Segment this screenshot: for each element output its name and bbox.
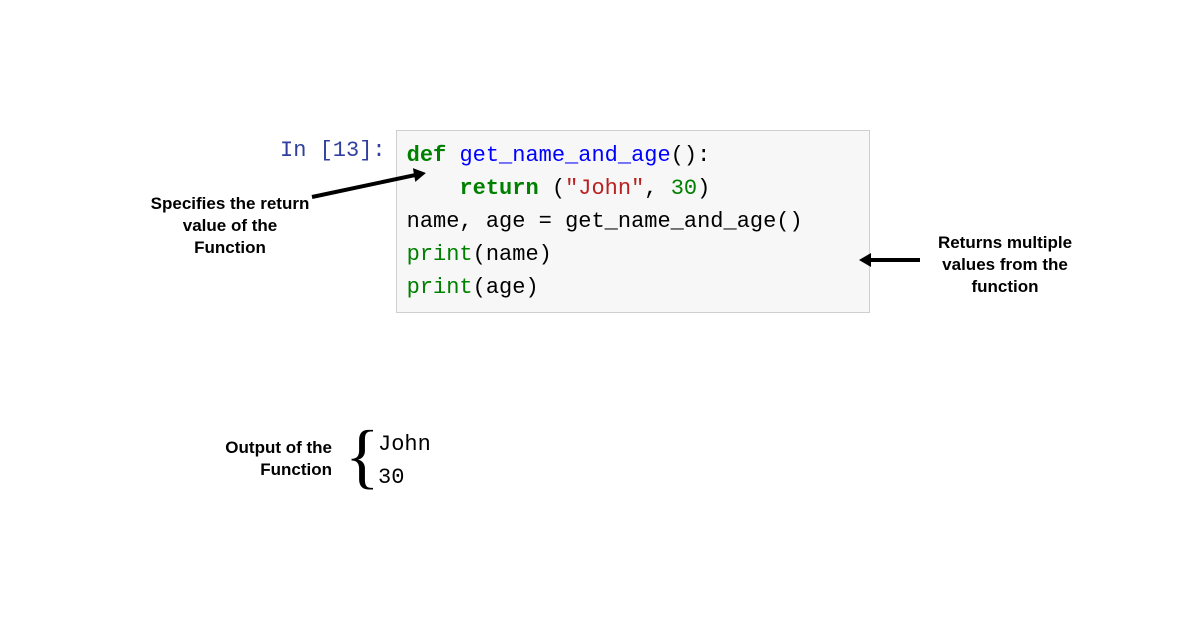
paren: (): bbox=[671, 143, 711, 168]
open-paren: ( bbox=[539, 176, 565, 201]
output-line-2: 30 bbox=[378, 461, 431, 494]
arrow-left-head-icon bbox=[413, 166, 427, 182]
output-line-1: John bbox=[378, 428, 431, 461]
annotation-multiple-values: Returns multiple values from the functio… bbox=[920, 232, 1090, 298]
code-line-6: print(age) bbox=[407, 271, 859, 304]
number-literal: 30 bbox=[671, 176, 697, 201]
comma: , bbox=[644, 176, 670, 201]
print-builtin: print bbox=[407, 275, 473, 300]
function-call-name: get_name_and_age bbox=[565, 209, 776, 234]
curly-brace-icon: { bbox=[345, 420, 380, 492]
cell-input-row: In [13]: def get_name_and_age(): return … bbox=[280, 130, 870, 313]
arrow-right-line bbox=[870, 258, 920, 262]
cell-prompt: In [13]: bbox=[280, 130, 396, 171]
keyword-return: return bbox=[459, 176, 538, 201]
annotation-return-value: Specifies the return value of the Functi… bbox=[145, 193, 315, 259]
print-builtin: print bbox=[407, 242, 473, 267]
assignment-lhs: name, age = bbox=[407, 209, 565, 234]
code-line-2: return ("John", 30) bbox=[407, 172, 859, 205]
close-paren: ) bbox=[697, 176, 710, 201]
print-args: (age) bbox=[473, 275, 539, 300]
print-args: (name) bbox=[473, 242, 552, 267]
code-cell: In [13]: def get_name_and_age(): return … bbox=[280, 130, 870, 313]
output-block: John 30 bbox=[378, 428, 431, 494]
code-line-5: print(name) bbox=[407, 238, 859, 271]
keyword-def: def bbox=[407, 143, 447, 168]
code-line-4: name, age = get_name_and_age() bbox=[407, 205, 859, 238]
function-name: get_name_and_age bbox=[459, 143, 670, 168]
string-literal: "John" bbox=[565, 176, 644, 201]
call-parens: () bbox=[776, 209, 802, 234]
code-box: def get_name_and_age(): return ("John", … bbox=[396, 130, 870, 313]
code-line-1: def get_name_and_age(): bbox=[407, 139, 859, 172]
arrow-right-head-icon bbox=[859, 253, 871, 267]
annotation-output: Output of the Function bbox=[187, 437, 332, 481]
